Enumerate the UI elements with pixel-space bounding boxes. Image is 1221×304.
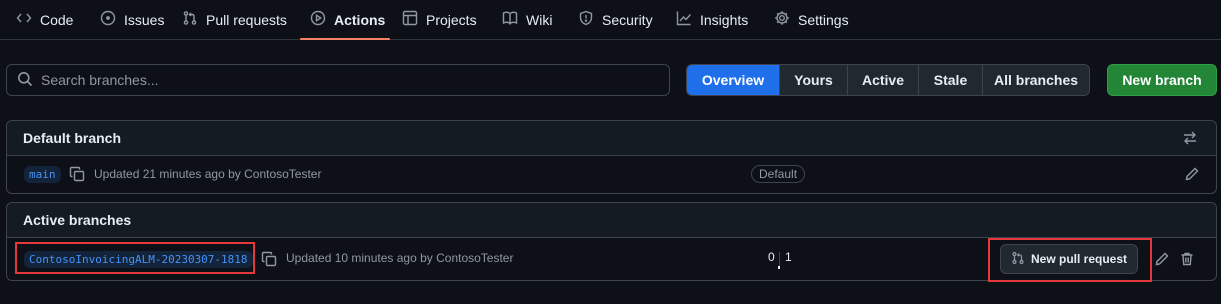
code-icon — [16, 10, 32, 29]
section-header: Active branches — [7, 203, 1216, 238]
pull-request-icon — [1011, 251, 1025, 268]
branch-filter-tabs: Overview Yours Active Stale All branches — [686, 64, 1090, 96]
nav-tab-label: Settings — [798, 11, 849, 28]
nav-tab-insights[interactable]: Insights — [666, 0, 762, 39]
pull-request-icon — [182, 10, 198, 29]
tab-overview[interactable]: Overview — [687, 65, 779, 95]
nav-tab-label: Actions — [334, 11, 386, 28]
new-branch-button[interactable]: New branch — [1107, 64, 1217, 96]
switch-default-branch-icon[interactable] — [1182, 130, 1198, 146]
section-header: Default branch — [7, 121, 1216, 156]
nav-tab-label: Code — [40, 11, 74, 28]
nav-tab-security[interactable]: Security — [568, 0, 664, 39]
nav-tab-label: Pull requests — [206, 11, 287, 28]
nav-tab-label: Projects — [426, 11, 477, 28]
tab-all-branches[interactable]: All branches — [982, 65, 1089, 95]
shield-icon — [578, 10, 594, 29]
nav-tab-pull-requests[interactable]: Pull requests — [172, 0, 298, 39]
nav-tab-label: Issues — [124, 11, 165, 28]
pencil-icon[interactable] — [1154, 251, 1170, 267]
gear-icon — [774, 10, 790, 29]
default-badge: Default — [751, 165, 806, 183]
repo-nav: Code Issues Pull requests Actions Projec… — [0, 0, 1221, 40]
nav-tab-projects[interactable]: Projects — [392, 0, 490, 39]
tab-stale[interactable]: Stale — [918, 65, 982, 95]
branch-name-link[interactable]: ContosoInvoicingALM-20230307-1818 — [24, 251, 253, 268]
section-title: Active branches — [23, 212, 132, 228]
nav-tab-wiki[interactable]: Wiki — [492, 0, 566, 39]
active-branches-section: Active branches ContosoInvoicingALM-2023… — [6, 202, 1217, 281]
new-pull-request-button[interactable]: New pull request — [1000, 244, 1138, 274]
nav-tab-label: Security — [602, 11, 653, 28]
nav-tab-issues[interactable]: Issues — [90, 0, 170, 39]
table-icon — [402, 10, 418, 29]
section-title: Default branch — [23, 130, 122, 146]
play-icon — [310, 10, 326, 29]
nav-tab-code[interactable]: Code — [6, 0, 88, 39]
nav-tab-label: Insights — [700, 11, 749, 28]
issue-icon — [100, 10, 116, 29]
branch-updated-text: Updated 10 minutes ago by ContosoTester — [286, 251, 514, 265]
nav-tab-label: Wiki — [526, 11, 553, 28]
book-icon — [502, 10, 518, 29]
branch-row: main Updated 21 minutes ago by ContosoTe… — [7, 156, 1216, 193]
copy-icon[interactable] — [69, 166, 85, 182]
trash-icon[interactable] — [1179, 251, 1195, 267]
default-branch-section: Default branch main Updated 21 minutes a… — [6, 120, 1217, 194]
tab-active[interactable]: Active — [847, 65, 918, 95]
search-input[interactable] — [41, 72, 641, 88]
nav-tab-settings[interactable]: Settings — [764, 0, 860, 39]
branch-name-link[interactable]: main — [24, 166, 61, 183]
tab-yours[interactable]: Yours — [779, 65, 847, 95]
graph-icon — [676, 10, 692, 29]
button-label: New pull request — [1030, 252, 1128, 266]
ahead-bar — [778, 266, 780, 269]
search-icon — [17, 71, 33, 90]
branch-search-box[interactable] — [6, 64, 670, 96]
branch-updated-text: Updated 21 minutes ago by ContosoTester — [94, 167, 322, 181]
behind-count: 0 — [768, 250, 775, 264]
copy-icon[interactable] — [261, 251, 277, 267]
nav-tab-actions[interactable]: Actions — [300, 0, 390, 40]
pencil-icon[interactable] — [1184, 166, 1200, 182]
ahead-behind-divider — [779, 252, 780, 266]
branch-row: ContosoInvoicingALM-20230307-1818 Update… — [7, 238, 1216, 280]
ahead-count: 1 — [785, 250, 792, 264]
